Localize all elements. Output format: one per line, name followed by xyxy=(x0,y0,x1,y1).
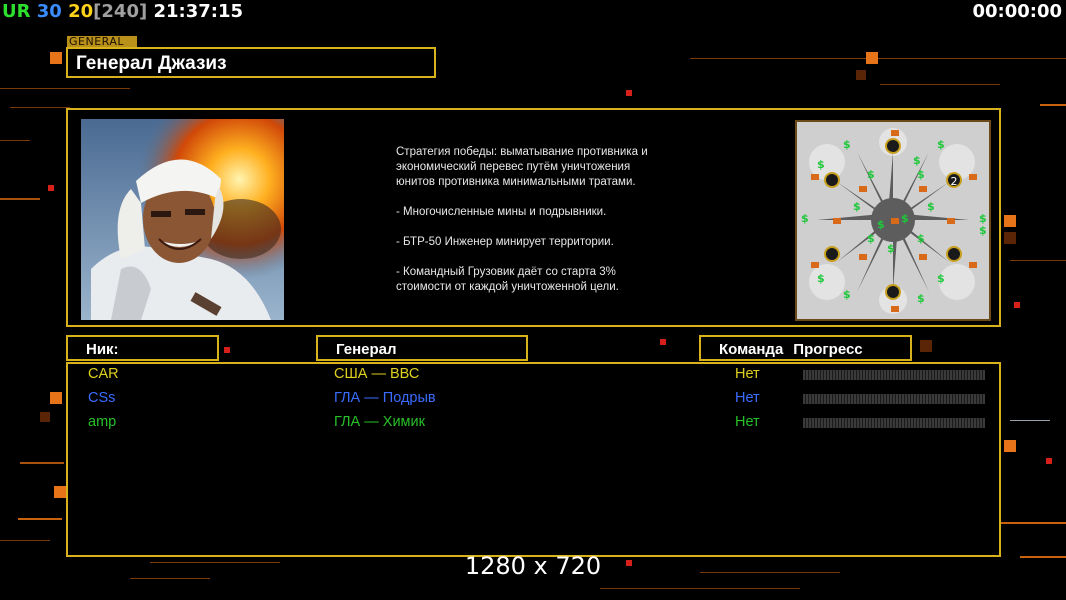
svg-text:$: $ xyxy=(937,272,945,285)
svg-text:$: $ xyxy=(901,212,909,225)
player-progress-bar xyxy=(803,370,985,380)
general-info-panel: Стратегия победы: выматывание противника… xyxy=(66,108,1001,327)
svg-text:$: $ xyxy=(917,168,925,181)
stat-value-2: 20 xyxy=(68,1,94,22)
player-team: Нет xyxy=(735,414,760,430)
general-description: Стратегия победы: выматывание противника… xyxy=(396,145,716,295)
players-list: CAR США — ВВС Нет CSs ГЛА — Подрыв Нет a… xyxy=(66,362,1001,557)
strategy-text: Стратегия победы: выматывание противника… xyxy=(396,146,648,188)
svg-text:$: $ xyxy=(937,138,945,151)
svg-text:$: $ xyxy=(877,218,885,231)
general-name: Генерал Джазиз xyxy=(66,47,436,78)
header-team: Команда xyxy=(719,341,784,358)
svg-text:$: $ xyxy=(843,288,851,301)
header-progress: Прогресс xyxy=(793,341,863,358)
player-progress-bar xyxy=(803,418,985,428)
svg-text:$: $ xyxy=(887,242,895,255)
header-general: Генерал xyxy=(316,335,528,361)
player-progress-bar xyxy=(803,394,985,404)
stat-value-1: 30 xyxy=(36,1,62,22)
feature-3: - Командный Грузовик даёт со старта 3% с… xyxy=(396,266,619,293)
player-general: США — ВВС xyxy=(334,366,420,382)
svg-text:$: $ xyxy=(917,232,925,245)
player-general: ГЛА — Подрыв xyxy=(334,390,436,406)
svg-text:$: $ xyxy=(867,232,875,245)
svg-text:$: $ xyxy=(867,168,875,181)
svg-text:$: $ xyxy=(917,292,925,305)
game-timer: 00:00:00 xyxy=(972,1,1062,22)
svg-text:$: $ xyxy=(927,200,935,213)
player-general: ГЛА — Химик xyxy=(334,414,425,430)
feature-1: - Многочисленные мины и подрывники. xyxy=(396,206,607,218)
map-preview[interactable]: 2 $ $ $ $ $ $ $ $ $ $ $ $ $ $ $ $ $ $ $ $ xyxy=(795,120,991,321)
header-team-progress: Команда Прогресс xyxy=(699,335,912,361)
svg-text:$: $ xyxy=(801,212,809,225)
stats-overlay: UR 30 20[240] 21:37:15 xyxy=(2,1,243,22)
player-nick: CAR xyxy=(88,366,119,382)
header-nick: Ник: xyxy=(66,335,219,361)
player-row[interactable]: amp ГЛА — Химик Нет xyxy=(68,414,999,436)
stat-value-3: [240] xyxy=(93,1,148,22)
svg-text:$: $ xyxy=(817,158,825,171)
svg-text:$: $ xyxy=(979,224,987,237)
resolution-label: 1280 x 720 xyxy=(464,552,602,580)
player-nick: amp xyxy=(88,414,117,430)
player-start-marker: 2 xyxy=(951,175,958,188)
player-row[interactable]: CSs ГЛА — Подрыв Нет xyxy=(68,390,999,412)
svg-text:$: $ xyxy=(853,200,861,213)
player-team: Нет xyxy=(735,390,760,406)
player-row[interactable]: CAR США — ВВС Нет xyxy=(68,366,999,388)
clock: 21:37:15 xyxy=(153,1,244,22)
svg-text:$: $ xyxy=(913,154,921,167)
svg-text:$: $ xyxy=(843,138,851,151)
svg-text:$: $ xyxy=(817,272,825,285)
feature-2: - БТР-50 Инженер минирует территории. xyxy=(396,236,614,248)
general-portrait xyxy=(81,119,284,320)
player-nick: CSs xyxy=(88,390,116,406)
ur-label: UR xyxy=(2,1,31,22)
player-team: Нет xyxy=(735,366,760,382)
